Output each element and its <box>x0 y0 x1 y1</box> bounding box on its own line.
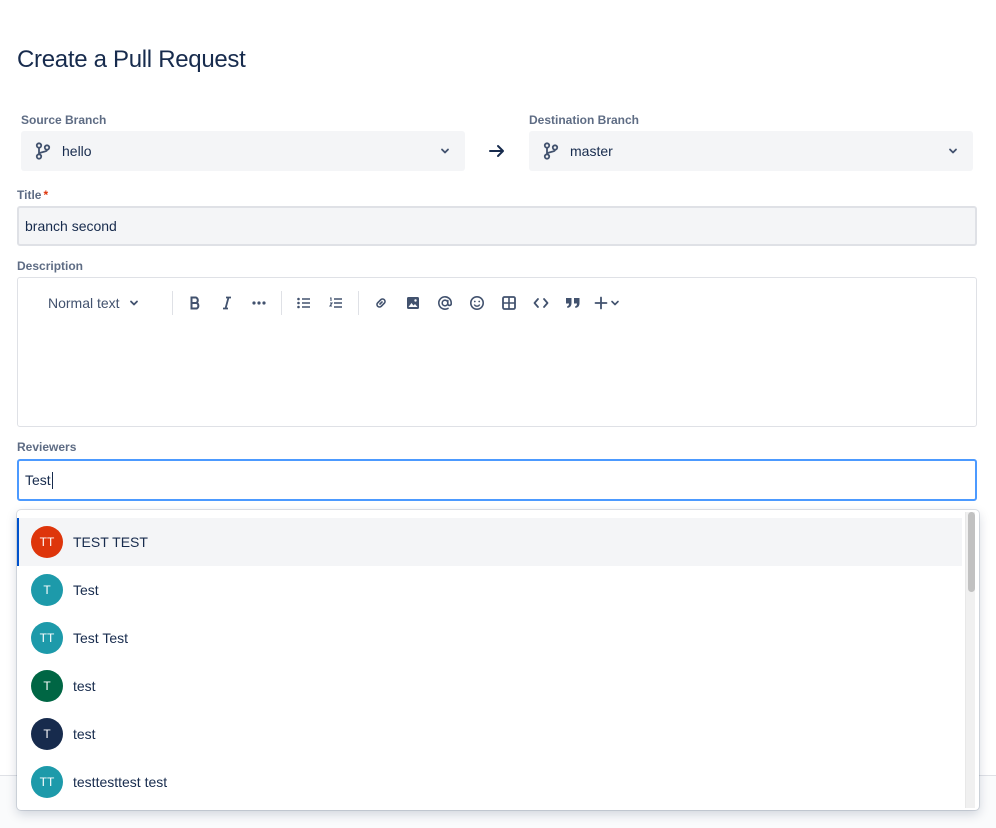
branch-icon <box>33 141 53 161</box>
branch-icon <box>541 141 561 161</box>
scrollbar[interactable] <box>965 512 975 808</box>
text-style-label: Normal text <box>48 295 120 311</box>
description-label: Description <box>17 259 84 273</box>
source-branch-value: hello <box>62 143 92 159</box>
description-editor[interactable]: Normal text <box>17 277 977 427</box>
required-mark: * <box>43 188 49 202</box>
suggestion-name: testtesttest test <box>73 774 168 790</box>
insert-plus-icon[interactable] <box>589 287 627 319</box>
suggestion-item[interactable]: TT TEST TEST <box>17 518 962 566</box>
mention-icon[interactable] <box>429 287 461 319</box>
reviewer-suggestions: TT TEST TEST T Test TT Test Test Ttest Ttest TT t… <box>17 510 979 810</box>
title-input[interactable]: branch second <box>17 206 977 246</box>
page-title: Create a Pull Request <box>17 46 246 73</box>
code-icon[interactable] <box>525 287 557 319</box>
avatar: T <box>31 670 63 702</box>
avatar: TT <box>31 622 63 654</box>
quote-icon[interactable] <box>557 287 589 319</box>
suggestion-name: TEST TEST <box>73 534 148 550</box>
emoji-icon[interactable] <box>461 287 493 319</box>
suggestion-item[interactable]: TT Test Test <box>17 614 962 662</box>
avatar: TT <box>31 766 63 798</box>
destination-branch-value: master <box>570 143 613 159</box>
suggestion-item[interactable]: T Test <box>17 566 962 614</box>
suggestion-name: Test <box>73 582 99 598</box>
title-label-text: Title <box>17 188 42 202</box>
toolbar-divider <box>280 291 282 315</box>
title-label: Title * <box>17 188 48 202</box>
title-input-value: branch second <box>25 218 117 234</box>
destination-branch-label: Destination Branch <box>529 113 640 127</box>
avatar: T <box>31 718 63 750</box>
toolbar-divider <box>171 291 173 315</box>
text-caret <box>51 471 53 489</box>
bold-icon[interactable] <box>179 287 211 319</box>
chevron-down-icon <box>437 143 453 159</box>
text-style-dropdown[interactable]: Normal text <box>38 287 150 319</box>
editor-toolbar: Normal text <box>18 278 976 328</box>
suggestion-item[interactable]: Ttest <box>17 710 962 758</box>
chevron-down-icon <box>945 143 961 159</box>
reviewers-input[interactable]: Test <box>17 459 977 501</box>
source-branch-select[interactable]: hello <box>21 131 465 171</box>
bullet-list-icon[interactable] <box>288 287 320 319</box>
avatar: TT <box>31 526 63 558</box>
reviewers-input-value: Test <box>25 472 51 488</box>
numbered-list-icon[interactable] <box>320 287 352 319</box>
toolbar-divider <box>357 291 359 315</box>
chevron-down-icon <box>128 297 140 309</box>
image-icon[interactable] <box>397 287 429 319</box>
suggestion-name: test <box>73 726 96 742</box>
suggestion-item[interactable]: TT testtesttest test <box>17 758 962 806</box>
suggestion-name: test <box>73 678 96 694</box>
more-formatting-icon[interactable] <box>243 287 275 319</box>
table-icon[interactable] <box>493 287 525 319</box>
arrow-right-icon <box>486 140 508 162</box>
destination-branch-select[interactable]: master <box>529 131 973 171</box>
italic-icon[interactable] <box>211 287 243 319</box>
source-branch-label: Source Branch <box>21 113 107 127</box>
link-icon[interactable] <box>365 287 397 319</box>
avatar: T <box>31 574 63 606</box>
suggestion-name: Test Test <box>73 630 128 646</box>
suggestion-item[interactable]: Ttest <box>17 662 962 710</box>
suggestion-list: TT TEST TEST T Test TT Test Test Ttest Ttest TT t… <box>17 518 962 806</box>
reviewers-label: Reviewers <box>17 440 77 454</box>
scrollbar-thumb[interactable] <box>968 512 975 592</box>
